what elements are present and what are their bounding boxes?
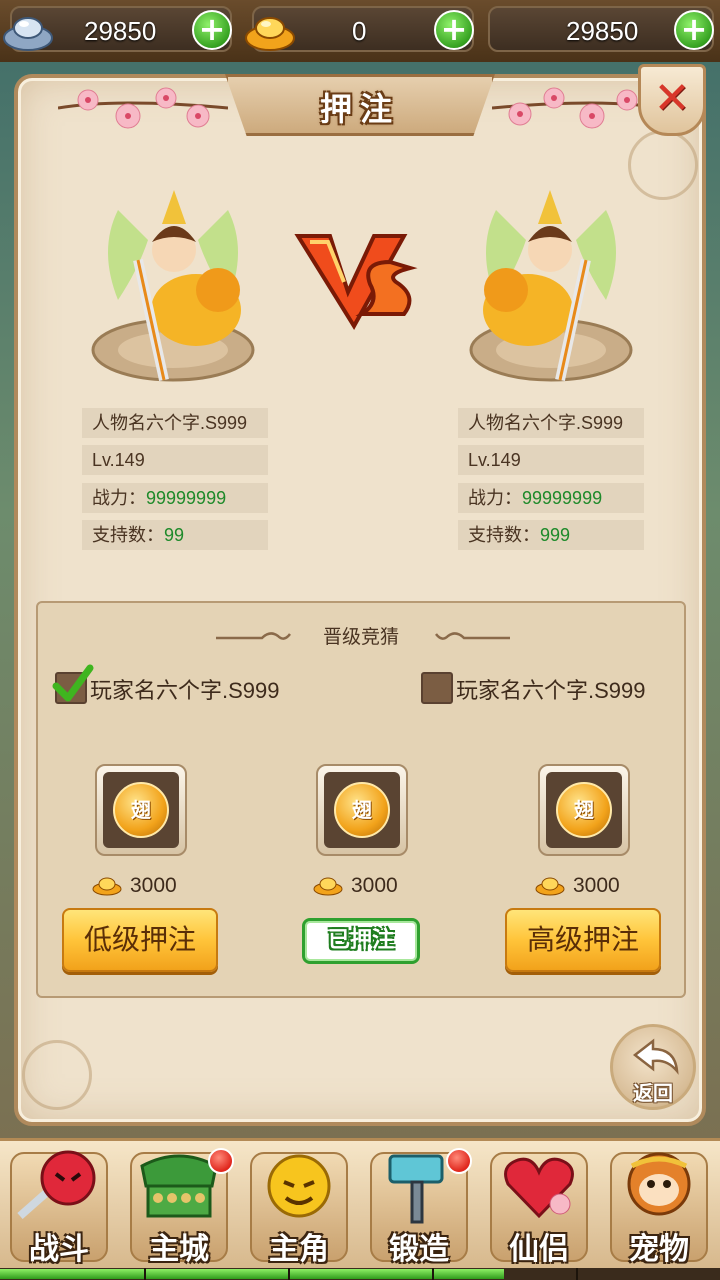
add-gold-button[interactable]: + [434, 10, 474, 50]
battle-icon [17, 1150, 96, 1219]
checkmark-icon [52, 664, 94, 702]
add-third-button[interactable]: + [674, 10, 714, 50]
silver-amount: 29850 [84, 16, 157, 46]
nav-hero[interactable]: 主角 [244, 1144, 354, 1270]
gold-amount: 0 [352, 16, 367, 46]
gold-ingot-icon [535, 877, 565, 896]
third-currency: 29850 + [488, 6, 714, 52]
back-arrow-icon [632, 1038, 679, 1075]
support-label: 支持数： [468, 525, 540, 545]
plum-blossom-decoration [492, 87, 662, 129]
wing-coin-icon: 翅 [556, 782, 612, 838]
close-icon: ✕ [653, 73, 691, 124]
support-value: 999 [540, 525, 571, 545]
gold-currency: 0 + [245, 6, 474, 52]
already-bet-badge: 已押注 [302, 918, 420, 964]
wing-coin-icon: 翅 [113, 782, 169, 838]
right-fighter-level: Lv.149 [458, 445, 644, 475]
power-label: 战力： [92, 488, 146, 508]
nav-label: 战斗 [29, 1232, 89, 1267]
right-fighter-support: 支持数：999 [458, 520, 644, 550]
nav-label: 宠物 [629, 1232, 689, 1267]
reward-slot[interactable]: 翅 [316, 764, 408, 856]
back-button[interactable]: 返回 [610, 1024, 696, 1110]
wing-coin-icon: 翅 [334, 782, 390, 838]
nav-label: 锻造 [389, 1232, 449, 1267]
nav-partner[interactable]: 仙侣 [484, 1144, 594, 1270]
silver-currency: 29850 + [3, 6, 232, 52]
close-button[interactable]: ✕ [638, 64, 706, 136]
right-fighter-power: 战力：99999999 [458, 483, 644, 513]
monkey-icon [627, 1152, 691, 1216]
hero-icon [267, 1154, 331, 1218]
vs-emblem [294, 234, 418, 330]
swirl-decoration-right [435, 632, 510, 640]
left-fighter-portrait [91, 190, 255, 382]
nav-pet[interactable]: 宠物 [604, 1144, 714, 1270]
bet-price: 3000 [92, 872, 177, 900]
nav-battle[interactable]: 战斗 [4, 1144, 114, 1270]
bet-price: 3000 [313, 872, 398, 900]
gold-ingot-icon [245, 17, 295, 51]
price-value: 3000 [130, 874, 177, 897]
support-value: 99 [164, 525, 185, 545]
power-label: 战力： [468, 488, 522, 508]
player-2-checkbox[interactable] [421, 672, 453, 704]
reward-slot[interactable]: 翅 [95, 764, 187, 856]
right-fighter-name: 人物名六个字.S999 [458, 408, 644, 438]
nav-label: 主城 [149, 1232, 209, 1267]
notification-badge [446, 1148, 472, 1174]
silver-ingot-icon [3, 17, 53, 51]
betting-title: 晋级竞猜 [322, 626, 399, 648]
reward-slot[interactable]: 翅 [538, 764, 630, 856]
player-2-name[interactable]: 玩家名六个字.S999 [456, 673, 646, 705]
page-title: 押注 [319, 90, 400, 128]
price-value: 3000 [351, 874, 398, 897]
power-value: 99999999 [522, 488, 603, 508]
third-amount: 29850 [566, 16, 639, 46]
notification-badge [208, 1148, 234, 1174]
right-fighter-portrait [469, 190, 633, 382]
heart-icon [504, 1157, 574, 1219]
corner-ornament [22, 1040, 92, 1110]
gold-ingot-icon [92, 877, 122, 896]
high-bet-button[interactable]: 高级押注 [505, 908, 661, 972]
power-value: 99999999 [146, 488, 227, 508]
back-label: 返回 [633, 1081, 673, 1105]
player-1-name[interactable]: 玩家名六个字.S999 [90, 673, 280, 705]
add-silver-button[interactable]: + [192, 10, 232, 50]
experience-fill [0, 1269, 504, 1279]
low-bet-button[interactable]: 低级押注 [62, 908, 218, 972]
plum-blossom-decoration [58, 87, 228, 129]
left-fighter-power: 战力：99999999 [82, 483, 268, 513]
support-label: 支持数： [92, 525, 164, 545]
nav-label: 主角 [269, 1232, 329, 1267]
left-fighter-level: Lv.149 [82, 445, 268, 475]
gold-ingot-icon [313, 877, 343, 896]
left-fighter-support: 支持数：99 [82, 520, 268, 550]
nav-label: 仙侣 [509, 1232, 569, 1267]
left-fighter-name: 人物名六个字.S999 [82, 408, 268, 438]
price-value: 3000 [573, 874, 620, 897]
bet-price: 3000 [535, 872, 620, 900]
